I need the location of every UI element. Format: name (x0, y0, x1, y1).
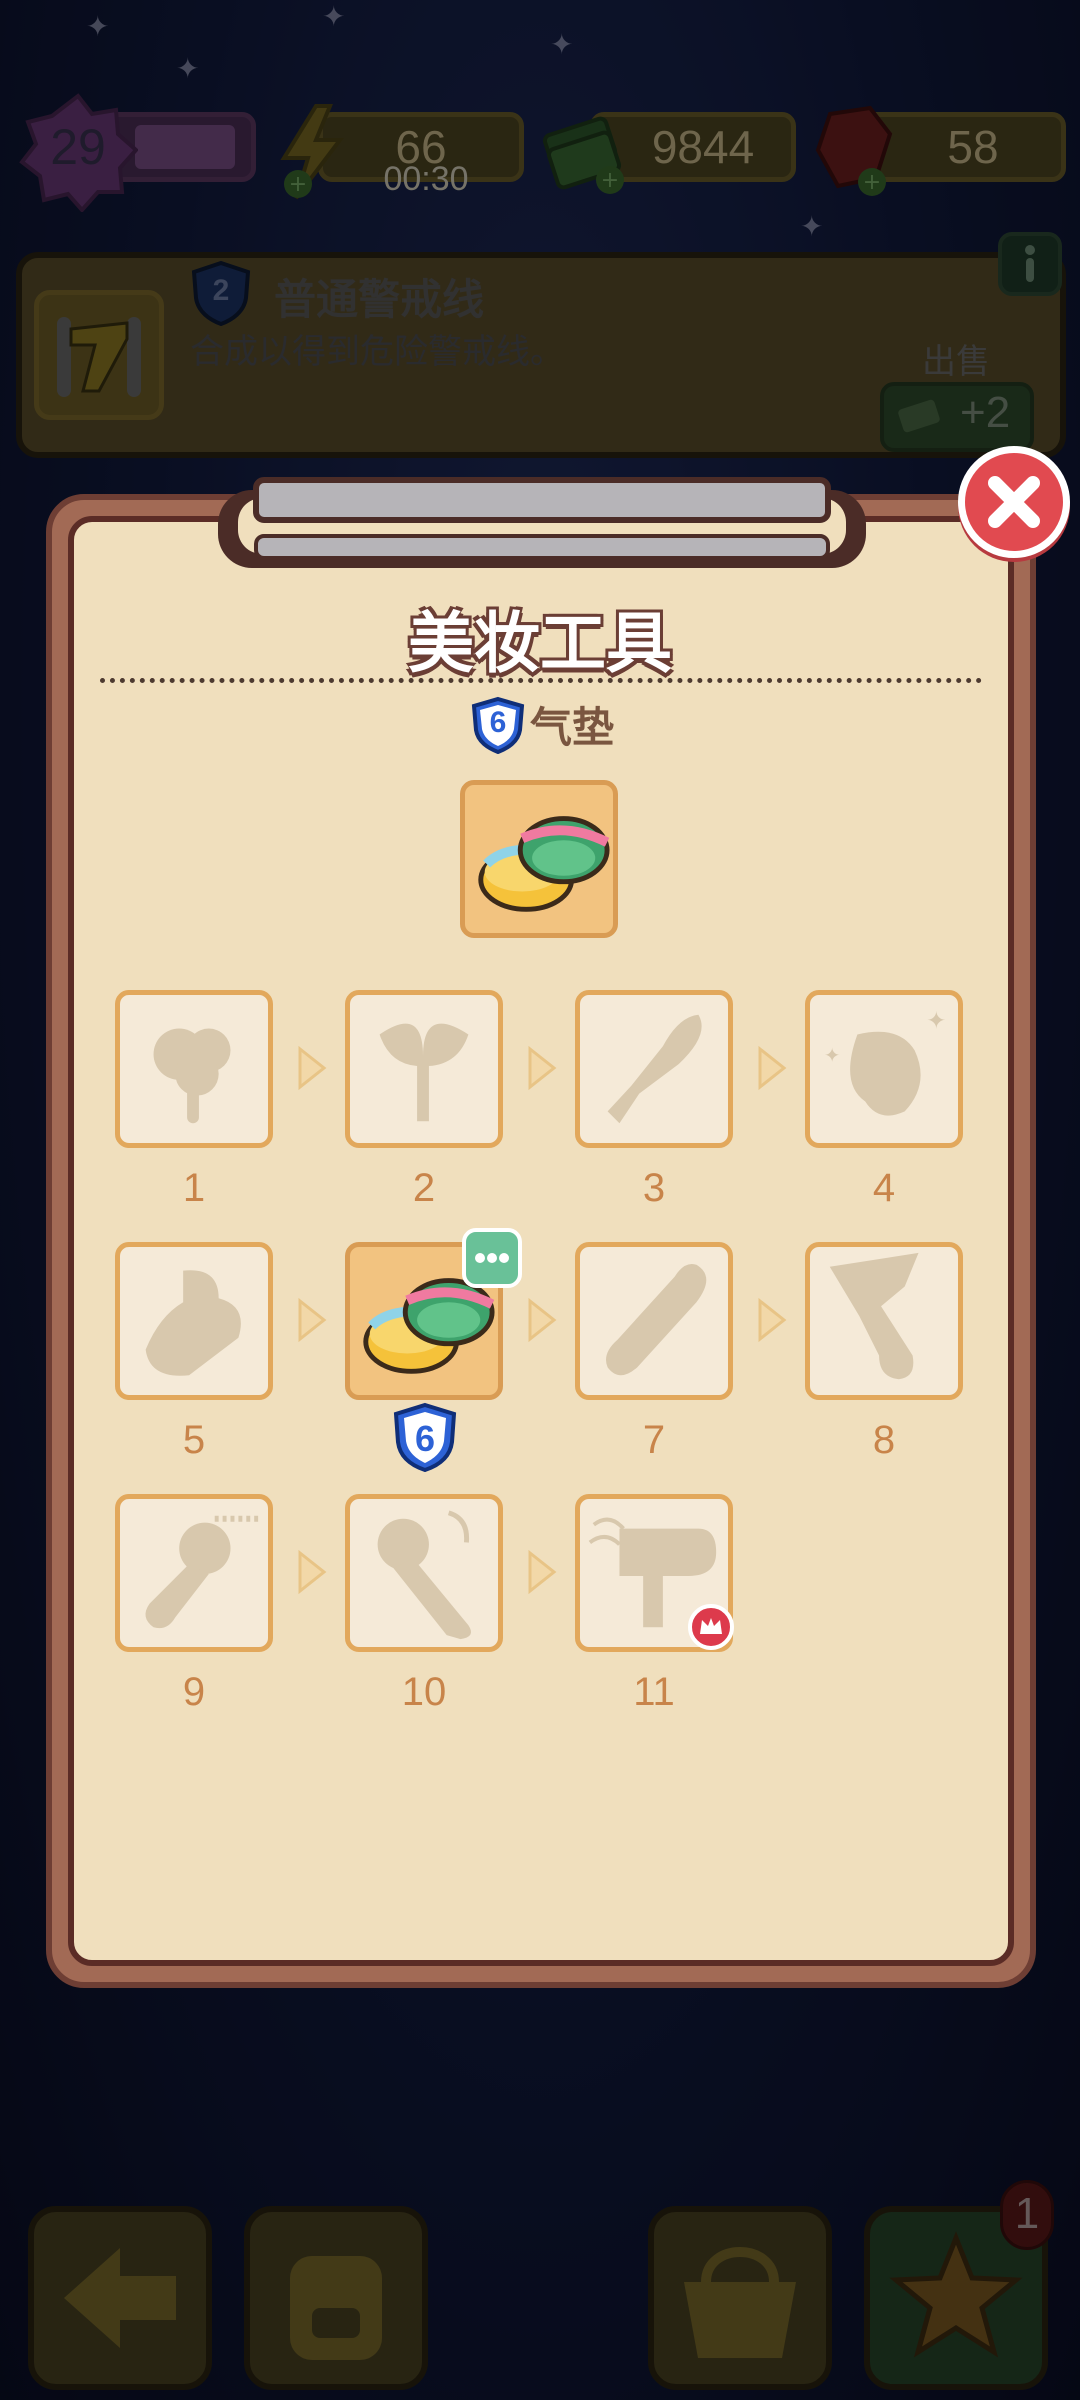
chain-arrow-icon (528, 1045, 557, 1091)
locked-silhouette-icon (607, 1014, 702, 1124)
current-item-name: 气垫 (530, 703, 615, 752)
chain-tile-locked[interactable] (575, 1242, 733, 1400)
chain-tile-locked[interactable] (805, 1242, 963, 1400)
chain-tile-label: 10 (401, 1670, 447, 1714)
chain-tile-label: 1 (182, 1166, 206, 1210)
chain-tile-locked[interactable] (115, 1494, 273, 1652)
locked-silhouette-icon (153, 1028, 231, 1124)
chain-tile-locked[interactable]: ✦ ✦ (805, 990, 963, 1148)
current-item-tier: 6 (489, 706, 507, 739)
chain-tile-locked[interactable] (115, 1242, 273, 1400)
svg-text:✦: ✦ (824, 1044, 841, 1067)
chain-tile-label: 4 (872, 1166, 896, 1210)
chain-arrow-icon (758, 1045, 787, 1091)
chain-arrow-icon (298, 1297, 327, 1343)
chain-arrow-icon (298, 1549, 327, 1595)
current-item-tile[interactable] (460, 780, 618, 938)
locked-silhouette-icon (829, 1252, 919, 1380)
cushion-compact-icon (478, 816, 610, 912)
chain-arrow-icon (298, 1045, 327, 1091)
close-icon (988, 476, 1040, 528)
chain-tile-label: 2 (412, 1166, 436, 1210)
chain-tile-locked[interactable] (575, 990, 733, 1148)
owned-tier-number: 6 (414, 1418, 436, 1459)
more-options-button[interactable] (462, 1228, 522, 1288)
chain-arrow-icon (758, 1297, 787, 1343)
ellipsis-icon (475, 1253, 509, 1263)
clipboard-clip-icon (218, 477, 866, 568)
locked-silhouette-icon (606, 1263, 707, 1376)
chain-tile-locked[interactable] (115, 990, 273, 1148)
svg-text:✦: ✦ (926, 1007, 946, 1035)
chain-tile-label: 9 (182, 1670, 206, 1714)
dotted-divider (100, 678, 982, 683)
chain-tile-locked[interactable] (345, 1494, 503, 1652)
chain-tile-label: 7 (642, 1418, 666, 1462)
chain-tile-label: 11 (633, 1670, 675, 1714)
close-button[interactable] (958, 446, 1070, 558)
crown-icon (700, 1618, 722, 1634)
chain-tile-locked[interactable] (345, 990, 503, 1148)
premium-crown-badge (688, 1604, 734, 1650)
chain-tile-label: 5 (182, 1418, 206, 1462)
locked-silhouette-icon (145, 1270, 241, 1376)
chain-tile-label: 8 (872, 1418, 896, 1462)
locked-silhouette-icon (377, 1510, 472, 1640)
locked-silhouette-icon (145, 1515, 259, 1629)
chain-arrow-icon (528, 1549, 557, 1595)
chain-arrow-icon (528, 1297, 557, 1343)
locked-silhouette-icon (379, 1023, 469, 1122)
modal-title: 美妆工具 (408, 605, 672, 682)
locked-silhouette-icon: ✦✦ (824, 1007, 946, 1116)
chain-tile-label: 3 (642, 1166, 666, 1210)
